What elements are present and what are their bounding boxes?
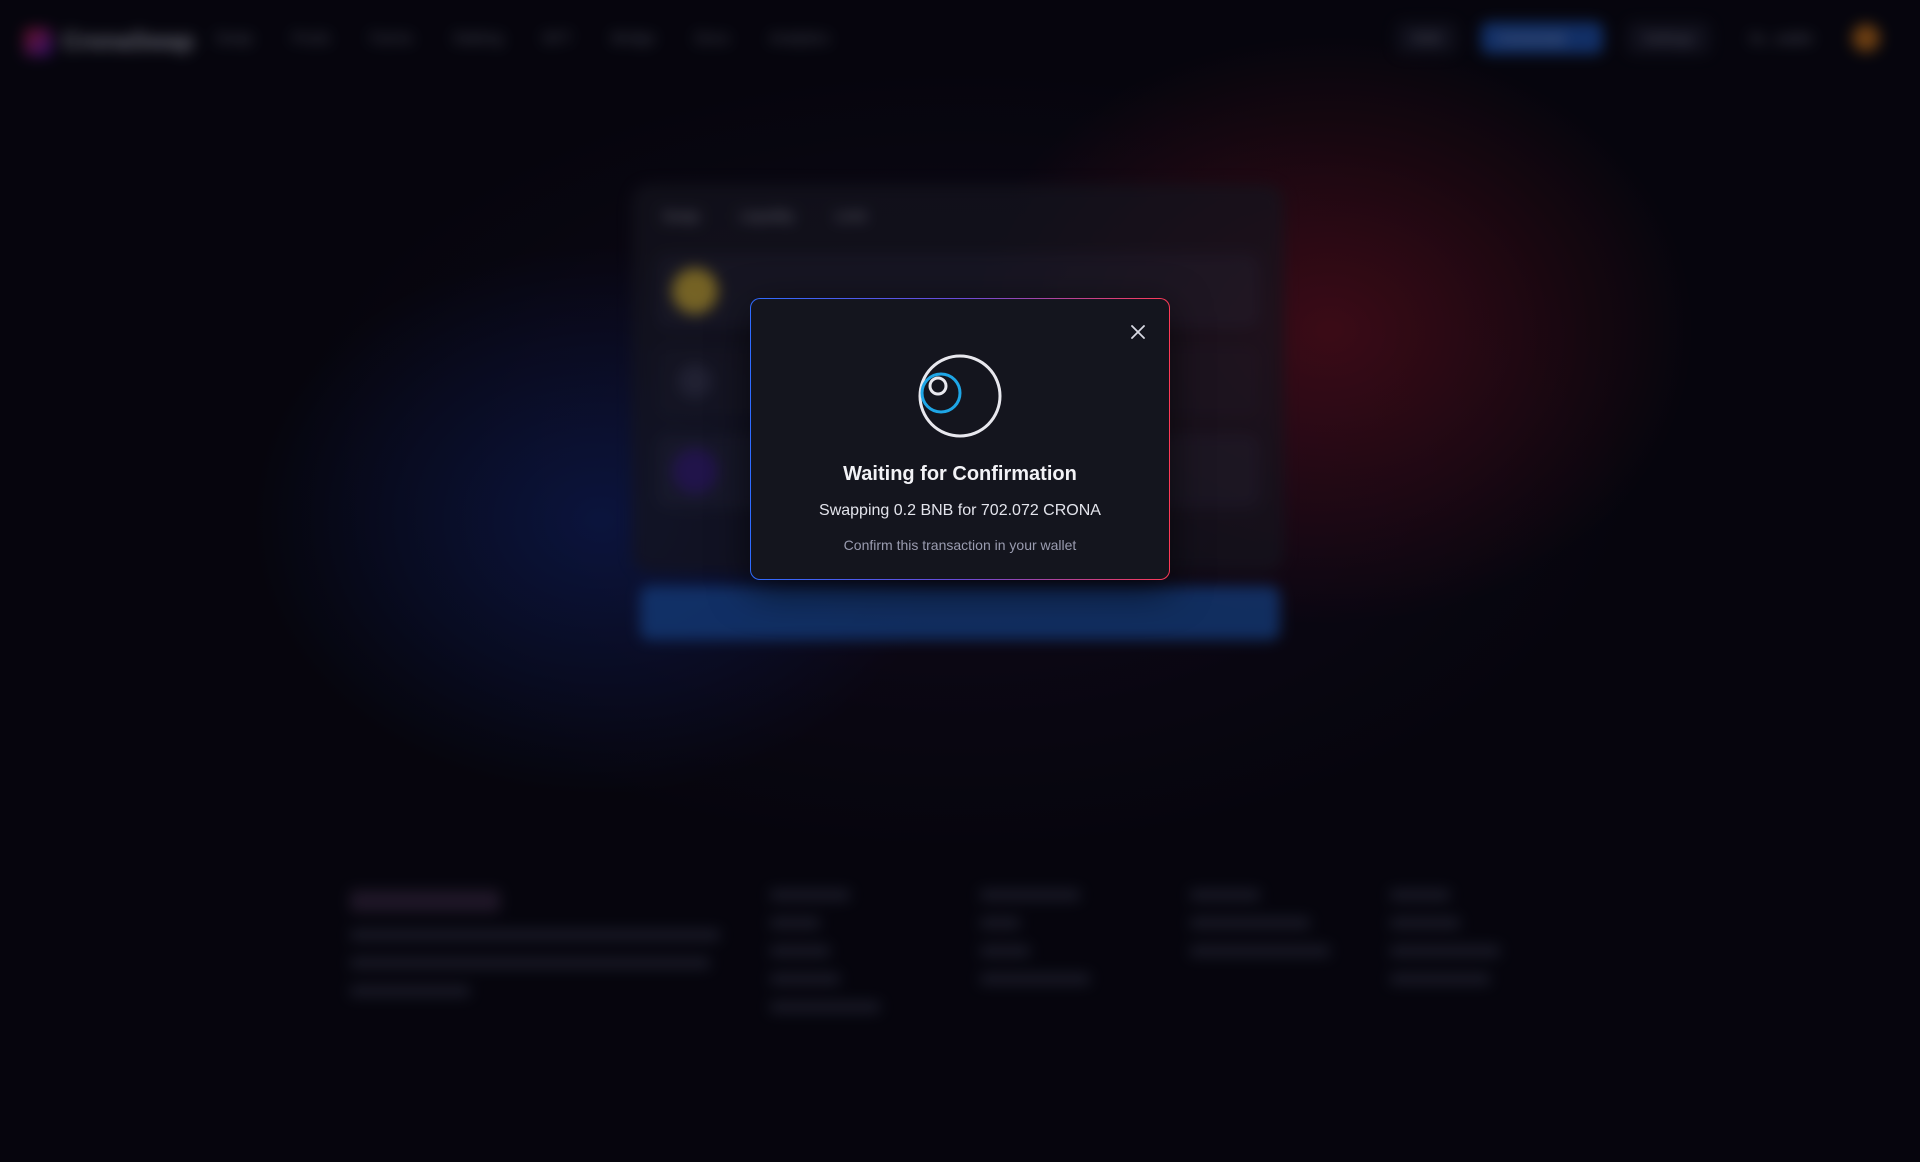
swap-summary: Swapping 0.2 BNB for 702.072 CRONA bbox=[819, 502, 1101, 519]
page: CronaSwap Swap Pools Farms Staking NFT B… bbox=[0, 0, 1920, 1162]
wallet-hint: Confirm this transaction in your wallet bbox=[843, 537, 1077, 553]
confirmation-modal: Waiting for Confirmation Swapping 0.2 BN… bbox=[750, 298, 1170, 580]
modal-backdrop[interactable] bbox=[0, 0, 1920, 1162]
close-icon[interactable] bbox=[1127, 321, 1149, 343]
loading-spinner-icon bbox=[917, 353, 1003, 439]
modal-title: Waiting for Confirmation bbox=[843, 463, 1077, 485]
